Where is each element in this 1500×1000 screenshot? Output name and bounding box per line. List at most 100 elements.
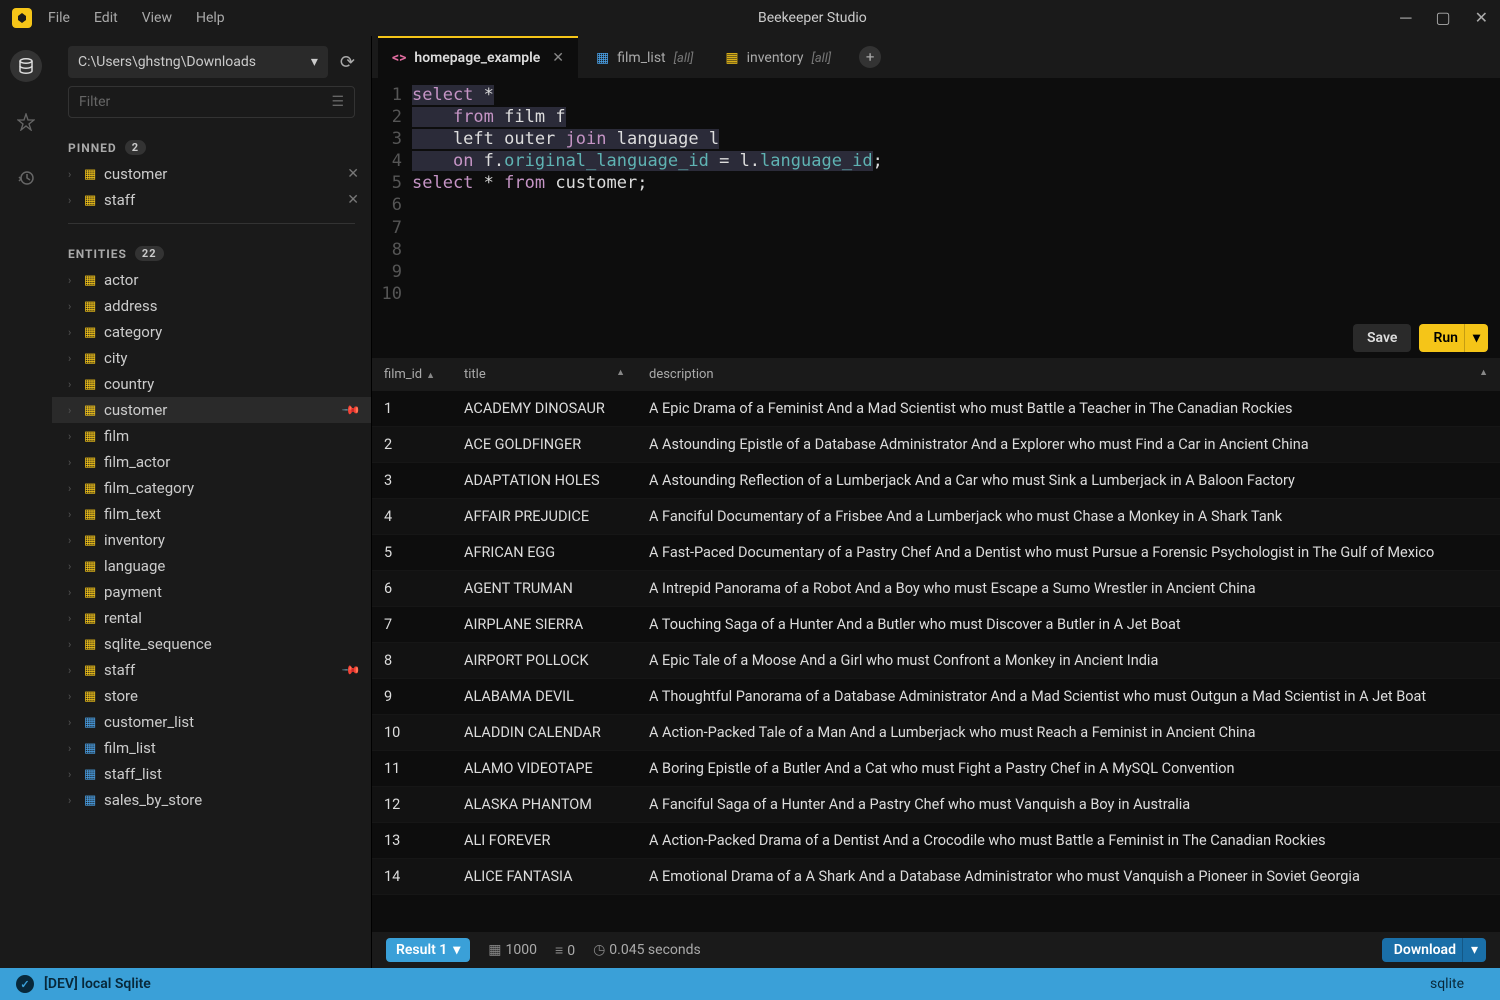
table-icon: ▦ (84, 507, 98, 522)
entity-item[interactable]: › ▦ category (52, 319, 371, 345)
sql-editor[interactable]: 1select *2 from film f3 left outer join … (372, 78, 1500, 318)
result-row[interactable]: 1ACADEMY DINOSAURA Epic Drama of a Femin… (372, 391, 1500, 427)
query-time: ◷0.045 seconds (593, 942, 701, 958)
editor-tab[interactable]: ▦film_list[all] (582, 36, 707, 78)
entity-label: staff (104, 191, 135, 209)
entity-item[interactable]: › ▦ address (52, 293, 371, 319)
table-icon: ▦ (84, 533, 98, 548)
add-tab-button[interactable]: + (859, 46, 881, 68)
entity-label: category (104, 323, 162, 341)
result-row[interactable]: 8AIRPORT POLLOCKA Epic Tale of a Moose A… (372, 643, 1500, 679)
table-icon: ▦ (84, 429, 98, 444)
entity-item[interactable]: › ▦ film_actor (52, 449, 371, 475)
entity-item[interactable]: › ▦ film_category (52, 475, 371, 501)
result-row[interactable]: 12ALASKA PHANTOMA Fanciful Saga of a Hun… (372, 787, 1500, 823)
entity-item[interactable]: › ▦ rental (52, 605, 371, 631)
result-row[interactable]: 5AFRICAN EGGA Fast-Paced Documentary of … (372, 535, 1500, 571)
editor-tab[interactable]: ▦inventory[all] (711, 36, 845, 78)
table-icon: ▦ (84, 167, 98, 182)
window-maximize-icon[interactable]: ▢ (1435, 8, 1450, 28)
chevron-right-icon: › (68, 168, 78, 181)
chevron-right-icon: › (68, 716, 78, 729)
result-row[interactable]: 13ALI FOREVERA Action-Packed Drama of a … (372, 823, 1500, 859)
chevron-right-icon: › (68, 456, 78, 469)
run-dropdown[interactable]: ▾ (1464, 324, 1488, 352)
menu-edit[interactable]: Edit (94, 10, 118, 26)
entity-item[interactable]: › ▦ customer📌 (52, 397, 371, 423)
entity-label: rental (104, 609, 142, 627)
entity-item[interactable]: › ▦ customer_list (52, 709, 371, 735)
chevron-right-icon: › (68, 300, 78, 313)
menu-help[interactable]: Help (196, 10, 225, 26)
table-icon: ▦ (84, 481, 98, 496)
editor-tabs: <> homepage_example ✕ ▦film_list[all]▦inven… (372, 36, 1500, 78)
chevron-right-icon: › (68, 274, 78, 287)
window-minimize-icon[interactable]: ─ (1400, 8, 1411, 28)
view-icon: ▦ (84, 767, 98, 782)
result-tab-button[interactable]: Result 1▾ (386, 938, 470, 962)
entity-item[interactable]: › ▦ city (52, 345, 371, 371)
filter-input[interactable]: Filter ☰ (68, 86, 355, 118)
table-icon: ▦ (84, 455, 98, 470)
entity-item[interactable]: › ▦ language (52, 553, 371, 579)
chevron-right-icon: › (68, 742, 78, 755)
filter-options-icon[interactable]: ☰ (331, 94, 344, 110)
entity-label: payment (104, 583, 162, 601)
entity-item[interactable]: › ▦ film_list (52, 735, 371, 761)
save-button[interactable]: Save (1353, 324, 1411, 352)
sidebar: C:\Users\ghstng\Downloads ▾ ⟳ Filter ☰ P… (52, 36, 372, 968)
entity-label: staff (104, 661, 135, 679)
entity-item[interactable]: › ▦ country (52, 371, 371, 397)
database-icon[interactable] (10, 50, 42, 82)
code-icon: <> (392, 50, 406, 66)
entity-label: sales_by_store (104, 791, 202, 809)
results-header: film_id▲ title▲ description▲ (372, 358, 1500, 391)
entity-item[interactable]: › ▦ store (52, 683, 371, 709)
entity-item[interactable]: › ▦ film_text (52, 501, 371, 527)
result-row[interactable]: 6AGENT TRUMANA Intrepid Panorama of a Ro… (372, 571, 1500, 607)
chevron-right-icon: › (68, 664, 78, 677)
table-icon: ▦ (84, 403, 98, 418)
table-icon: ▦ (84, 585, 98, 600)
connection-selector[interactable]: C:\Users\ghstng\Downloads ▾ (68, 46, 328, 78)
chevron-right-icon: › (68, 430, 78, 443)
entity-item[interactable]: › ▦ payment (52, 579, 371, 605)
unpin-icon[interactable]: ✕ (347, 166, 359, 182)
close-tab-icon[interactable]: ✕ (552, 50, 564, 66)
chevron-right-icon: › (68, 690, 78, 703)
tab-label: homepage_example (414, 50, 540, 66)
connection-type: sqlite (1430, 976, 1464, 992)
history-icon[interactable] (10, 162, 42, 194)
entity-item[interactable]: › ▦ sqlite_sequence (52, 631, 371, 657)
entity-item[interactable]: › ▦ film (52, 423, 371, 449)
result-row[interactable]: 10ALADDIN CALENDARA Action-Packed Tale o… (372, 715, 1500, 751)
entity-item[interactable]: › ▦ inventory (52, 527, 371, 553)
refresh-icon[interactable]: ⟳ (336, 48, 359, 77)
result-row[interactable]: 4AFFAIR PREJUDICEA Fanciful Documentary … (372, 499, 1500, 535)
entity-item[interactable]: › ▦ actor (52, 267, 371, 293)
download-dropdown[interactable]: ▾ (1462, 938, 1486, 962)
window-close-icon[interactable]: ✕ (1475, 8, 1488, 28)
download-button[interactable]: Download (1382, 938, 1468, 962)
app-menu: File Edit View Help (48, 10, 225, 26)
entity-label: film_list (104, 739, 156, 757)
editor-tab[interactable]: <> homepage_example ✕ (378, 36, 578, 78)
result-row[interactable]: 11ALAMO VIDEOTAPEA Boring Epistle of a B… (372, 751, 1500, 787)
entity-item[interactable]: › ▦ staff_list (52, 761, 371, 787)
star-icon[interactable] (10, 106, 42, 138)
entity-item[interactable]: › ▦ sales_by_store (52, 787, 371, 813)
unpin-icon[interactable]: ✕ (347, 192, 359, 208)
results-grid[interactable]: 1ACADEMY DINOSAURA Epic Drama of a Femin… (372, 391, 1500, 932)
result-row[interactable]: 7AIRPLANE SIERRAA Touching Saga of a Hun… (372, 607, 1500, 643)
result-row[interactable]: 3ADAPTATION HOLESA Astounding Reflection… (372, 463, 1500, 499)
entity-item[interactable]: › ▦ staff📌 (52, 657, 371, 683)
pinned-item[interactable]: › ▦ customer ✕ (52, 161, 371, 187)
result-row[interactable]: 2ACE GOLDFINGERA Astounding Epistle of a… (372, 427, 1500, 463)
pinned-item[interactable]: › ▦ staff ✕ (52, 187, 371, 213)
chevron-right-icon: › (68, 482, 78, 495)
result-row[interactable]: 14ALICE FANTASIAA Emotional Drama of a A… (372, 859, 1500, 895)
menu-file[interactable]: File (48, 10, 70, 26)
entity-label: address (104, 297, 157, 315)
result-row[interactable]: 9ALABAMA DEVILA Thoughtful Panorama of a… (372, 679, 1500, 715)
menu-view[interactable]: View (142, 10, 172, 26)
